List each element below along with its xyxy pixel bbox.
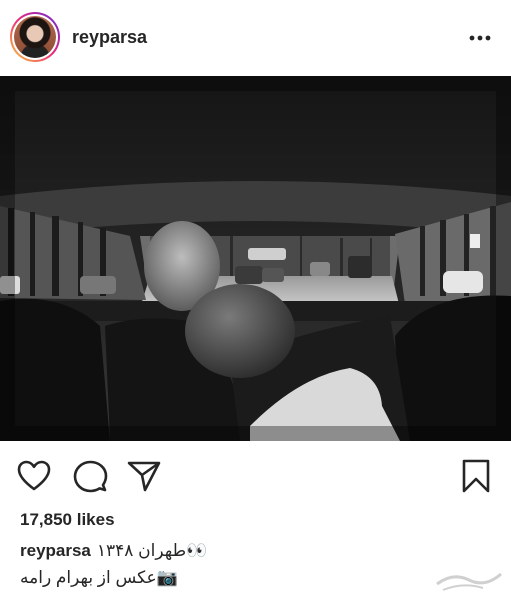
action-bar (0, 448, 511, 504)
post-photo[interactable] (0, 76, 511, 441)
bookmark-icon[interactable] (458, 458, 494, 494)
avatar[interactable] (10, 12, 60, 62)
more-options-icon[interactable] (469, 30, 491, 46)
car-interior-photo (0, 76, 511, 441)
instagram-post: reyparsa 17,850 likes reyparsa 👀طهران ۱۳… (0, 0, 511, 600)
avatar-image (14, 16, 56, 58)
post-header: reyparsa (0, 0, 511, 76)
likes-count[interactable]: 17,850 likes (20, 510, 115, 530)
caption-text: 👀طهران ۱۳۴۸ (96, 541, 208, 560)
comment-icon[interactable] (72, 458, 108, 494)
share-icon[interactable] (126, 458, 162, 494)
caption-first-line: reyparsa 👀طهران ۱۳۴۸ (20, 541, 207, 561)
heart-icon[interactable] (16, 458, 52, 494)
caption-second-line: 📷عکس از بهرام رامه (20, 568, 178, 587)
caption-username[interactable]: reyparsa (20, 541, 91, 560)
watermark-logo (436, 572, 502, 591)
post-username[interactable]: reyparsa (72, 27, 147, 48)
